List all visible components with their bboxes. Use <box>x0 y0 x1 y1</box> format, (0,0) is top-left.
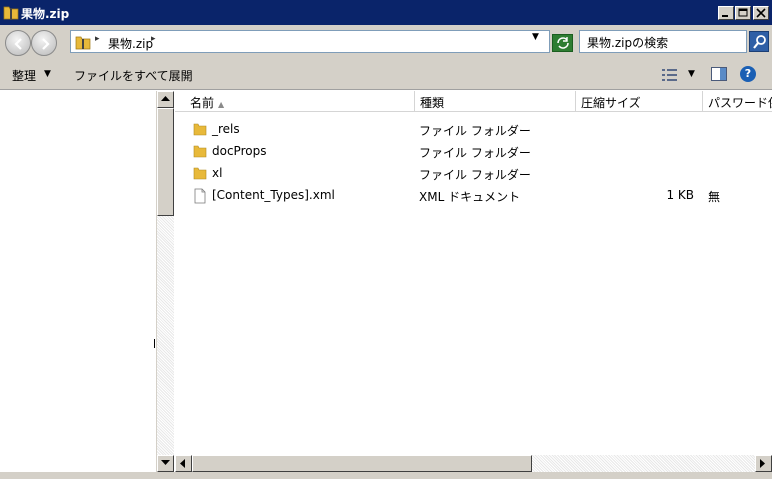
sort-ascending-icon: ▲ <box>218 100 225 109</box>
back-button[interactable] <box>5 30 31 56</box>
minimize-button[interactable] <box>718 6 734 20</box>
folder-icon <box>193 145 207 158</box>
navigation-pane[interactable] <box>0 91 156 472</box>
close-icon <box>756 8 766 18</box>
folder-icon <box>193 123 207 136</box>
breadcrumb-item[interactable]: 果物.zip <box>108 35 153 52</box>
column-type[interactable]: 種類 <box>415 91 576 112</box>
scroll-thumb[interactable] <box>192 455 532 472</box>
preview-pane-icon[interactable] <box>711 67 727 81</box>
column-compressed-size-label: 圧縮サイズ <box>581 96 641 110</box>
column-name-label: 名前 <box>190 96 215 110</box>
forward-arrow-icon <box>42 38 50 50</box>
help-icon[interactable]: ? <box>740 66 756 82</box>
column-compressed-size[interactable]: 圧縮サイズ <box>576 91 703 112</box>
maximize-icon <box>738 8 748 17</box>
column-type-label: 種類 <box>420 96 445 110</box>
minimize-icon <box>722 15 728 17</box>
zip-folder-icon <box>75 36 91 50</box>
chevron-down-icon[interactable]: ▼ <box>44 69 51 79</box>
file-name: [Content_Types].xml <box>212 188 335 202</box>
forward-button[interactable] <box>31 30 57 56</box>
scroll-down-button[interactable] <box>157 455 174 472</box>
scroll-left-icon <box>180 459 185 468</box>
file-icon <box>194 188 206 204</box>
file-row[interactable]: [Content_Types].xml XML ドキュメント 1 KB 無 <box>191 184 771 206</box>
views-icon[interactable] <box>661 68 679 82</box>
organize-menu[interactable]: 整理 <box>12 67 36 84</box>
close-button[interactable] <box>753 6 769 20</box>
breadcrumb-separator-icon[interactable]: ▸ <box>95 34 100 44</box>
refresh-button[interactable] <box>552 34 573 52</box>
breadcrumb-separator-icon[interactable]: ▸ <box>151 34 156 44</box>
file-type: XML ドキュメント <box>419 190 521 204</box>
back-arrow-icon <box>14 38 22 50</box>
search-icon <box>753 35 766 49</box>
folder-icon <box>193 167 207 180</box>
chevron-down-icon[interactable]: ▼ <box>688 69 695 79</box>
file-name: _rels <box>212 122 240 136</box>
file-name: xl <box>212 166 223 180</box>
pane-resize-mark[interactable] <box>154 339 155 348</box>
scroll-right-icon <box>760 459 765 468</box>
file-size: 1 KB <box>666 188 694 202</box>
search-input[interactable]: 果物.zipの検索 <box>579 30 747 53</box>
window-title: 果物.zip <box>21 7 70 21</box>
status-bar <box>0 472 772 479</box>
scroll-left-button[interactable] <box>175 455 192 472</box>
file-type: ファイル フォルダー <box>419 124 531 138</box>
file-row[interactable]: _rels ファイル フォルダー <box>191 118 771 140</box>
horizontal-scrollbar[interactable] <box>175 455 772 472</box>
refresh-icon <box>557 37 569 49</box>
file-type: ファイル フォルダー <box>419 168 531 182</box>
maximize-button[interactable] <box>735 6 751 20</box>
file-list[interactable]: 名前▲ 種類 圧縮サイズ パスワード保 _rels ファイル フォルダー doc… <box>175 91 772 455</box>
scroll-up-button[interactable] <box>157 91 174 108</box>
scroll-up-icon <box>161 96 170 101</box>
scroll-down-icon <box>161 460 170 465</box>
file-type: ファイル フォルダー <box>419 146 531 160</box>
column-password-label: パスワード保 <box>708 96 772 110</box>
title-bar: 果物.zip <box>0 0 772 25</box>
zip-folder-icon <box>3 6 19 20</box>
vertical-scrollbar[interactable] <box>156 91 174 472</box>
extract-all-button[interactable]: ファイルをすべて展開 <box>74 67 193 84</box>
file-row[interactable]: docProps ファイル フォルダー <box>191 140 771 162</box>
file-row[interactable]: xl ファイル フォルダー <box>191 162 771 184</box>
column-header-row: 名前▲ 種類 圧縮サイズ パスワード保 <box>175 91 772 112</box>
address-field[interactable]: ▸ 果物.zip ▸ <box>70 30 550 53</box>
file-name: docProps <box>212 144 267 158</box>
address-dropdown-icon[interactable]: ▼ <box>532 32 539 42</box>
column-name[interactable]: 名前 ▲ <box>185 91 415 112</box>
column-password[interactable]: パスワード保 <box>703 91 772 112</box>
search-button[interactable] <box>749 31 769 52</box>
scroll-thumb[interactable] <box>157 108 174 216</box>
scroll-right-button[interactable] <box>755 455 772 472</box>
command-bar: 整理 ▼ ファイルをすべて展開 ▼ ? <box>0 60 772 90</box>
file-password: 無 <box>708 190 721 204</box>
